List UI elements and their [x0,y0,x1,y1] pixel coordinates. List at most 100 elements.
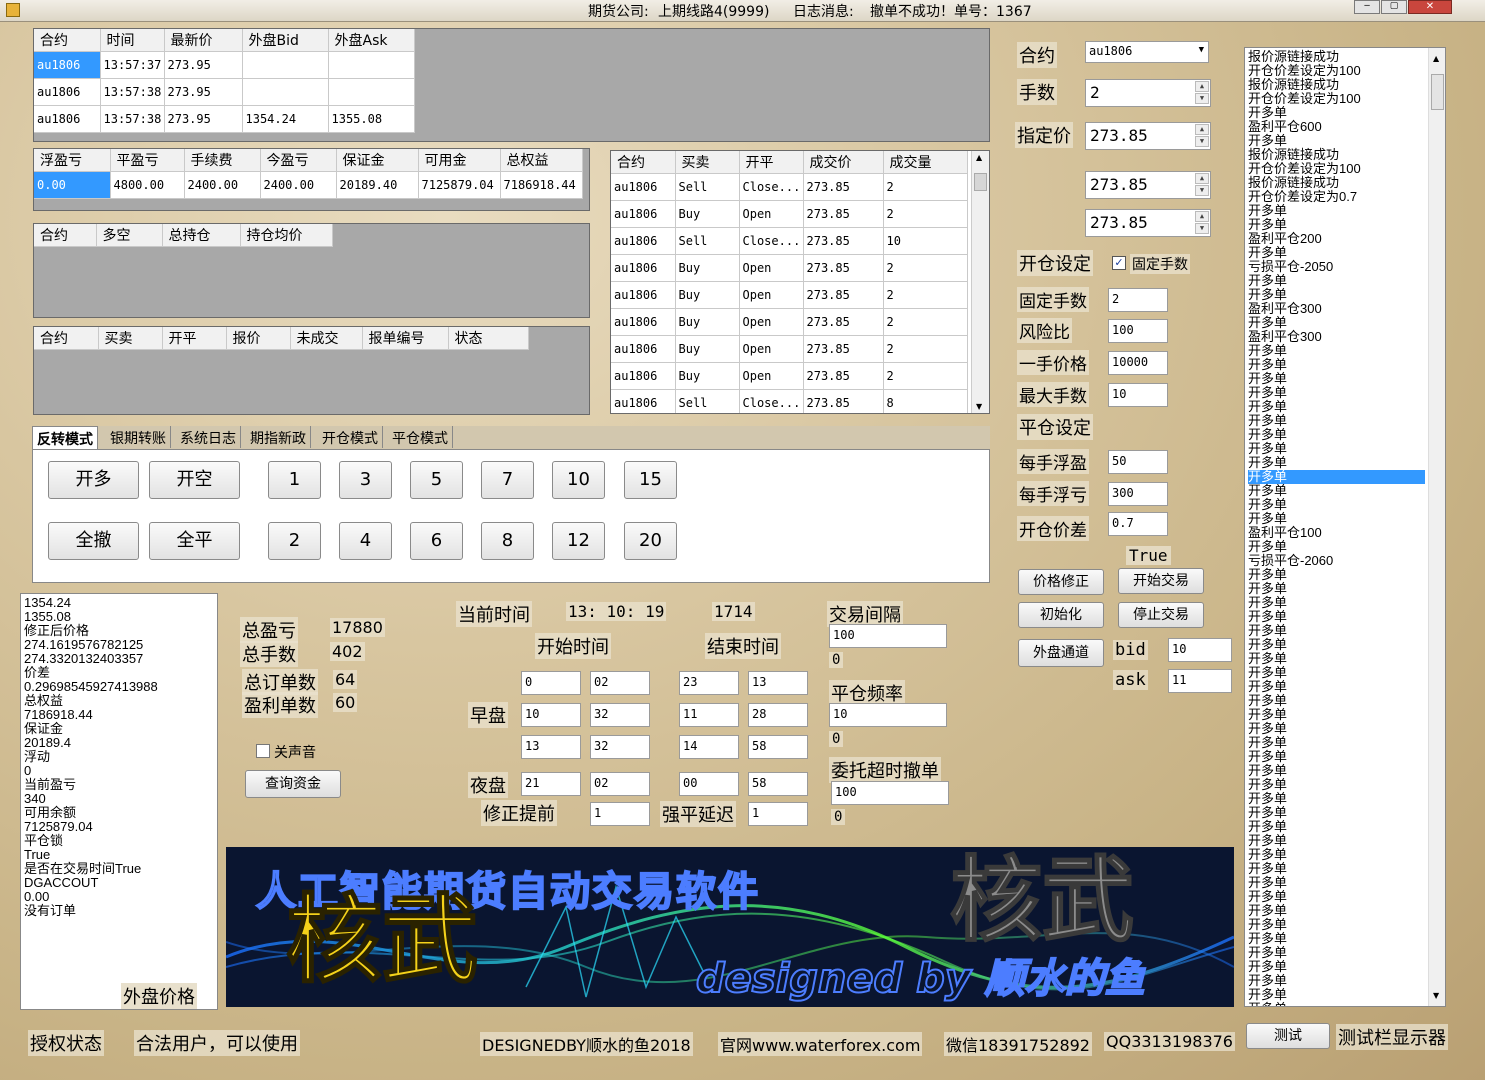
close-button[interactable]: ✕ [1408,0,1452,14]
list-item[interactable]: 开仓价差设定为0.7 [1248,190,1425,204]
col-header[interactable]: 买卖 [675,151,740,174]
one-lot-price-input[interactable]: 10000 [1108,351,1168,375]
morning3-start-hour[interactable]: 13 [521,735,581,759]
open-long-button[interactable]: 开多 [48,461,139,499]
cell[interactable]: 7186918.44 [500,171,583,199]
list-item[interactable]: 开多单 [1248,442,1425,456]
risk-ratio-input[interactable]: 100 [1108,319,1168,343]
col-header[interactable]: 时间 [100,29,165,52]
list-item[interactable]: 开多单 [1248,316,1425,330]
col-header[interactable]: 总持仓 [162,224,241,247]
timeout-cancel-input[interactable]: 100 [831,781,949,805]
contract-dropdown[interactable]: au1806 ▼ [1085,41,1209,63]
list-item[interactable]: 开多单 [1248,876,1425,890]
list-item[interactable]: 开仓价差设定为100 [1248,64,1425,78]
external-channel-button[interactable]: 外盘通道 [1018,639,1104,667]
list-item[interactable]: 开多单 [1248,848,1425,862]
cell[interactable]: au1806 [34,105,101,133]
cell[interactable]: au1806 [611,362,676,390]
morning3-end-min[interactable]: 58 [748,735,808,759]
list-item[interactable]: 开仓价差设定为100 [1248,92,1425,106]
qty-5-button[interactable]: 5 [410,461,463,499]
list-item[interactable]: 开多单 [1248,722,1425,736]
list-item[interactable]: 开多单 [1248,386,1425,400]
cell[interactable]: 2 [883,254,968,282]
cell[interactable]: Close... [739,227,804,255]
list-item[interactable]: 开多单 [1248,778,1425,792]
list-item[interactable]: 开多单 [1248,680,1425,694]
list-item[interactable]: 开多单 [1248,372,1425,386]
list-item[interactable]: 开多单 [1248,1002,1425,1007]
stepper-up-icon[interactable]: ▲ [1195,124,1209,135]
cell[interactable]: 273.85 [803,308,884,336]
qty-3-button[interactable]: 3 [339,461,392,499]
cell[interactable]: 273.95 [164,105,243,133]
morning3-start-min[interactable]: 32 [590,735,650,759]
list-item[interactable]: 开多单 [1248,470,1425,484]
list-item[interactable]: 盈利平仓200 [1248,232,1425,246]
morning2-end-min[interactable]: 28 [748,703,808,727]
cell[interactable]: Open [739,335,804,363]
list-item[interactable]: 报价源链接成功 [1248,176,1425,190]
list-item[interactable]: 开多单 [1248,834,1425,848]
cell[interactable]: Buy [675,308,740,336]
morning1-start-hour[interactable]: 0 [521,671,581,695]
cell[interactable]: au1806 [611,335,676,363]
list-item[interactable]: 开多单 [1248,862,1425,876]
qty-12-button[interactable]: 12 [552,522,605,560]
tab-close-mode[interactable]: 平仓模式 [388,426,453,448]
table-row[interactable]: au1806 Buy Open 273.85 2 [611,335,968,363]
max-lots-input[interactable]: 10 [1108,383,1168,407]
cell[interactable]: 2400.00 [260,171,337,199]
table-row[interactable]: au1806 13:57:37 273.95 [34,51,415,79]
list-item[interactable]: 开多单 [1248,358,1425,372]
per-lot-loss-input[interactable]: 300 [1108,482,1168,506]
list-item[interactable]: 亏损平仓-2050 [1248,260,1425,274]
cell[interactable]: au1806 [611,227,676,255]
cell[interactable]: 273.85 [803,335,884,363]
col-header[interactable]: 手续费 [184,149,261,172]
morning1-end-hour[interactable]: 23 [679,671,739,695]
cell[interactable]: Close... [739,389,804,413]
list-item[interactable]: 开多单 [1248,204,1425,218]
cell[interactable]: Close... [739,173,804,201]
list-item[interactable]: 开多单 [1248,596,1425,610]
col-header[interactable]: 最新价 [164,29,243,52]
scroll-thumb[interactable] [974,173,987,191]
col-header[interactable]: 成交量 [883,151,968,174]
col-header[interactable]: 保证金 [336,149,419,172]
cell[interactable]: 1354.24 [242,105,329,133]
cell[interactable]: 2 [883,200,968,228]
table-row[interactable]: 0.00 4800.00 2400.00 2400.00 20189.40 7125879… [34,171,583,199]
list-item[interactable]: 开多单 [1248,134,1425,148]
fixed-lots-checkbox[interactable]: ✓ [1112,256,1126,270]
open-spread-input[interactable]: 0.7 [1108,512,1168,536]
cell[interactable]: au1806 [34,78,101,106]
cell[interactable]: Sell [675,227,740,255]
cell[interactable]: 273.85 [803,200,884,228]
table-row[interactable]: au1806 Buy Open 273.85 2 [611,308,968,336]
cell[interactable]: 0.00 [34,171,111,199]
log-scrollbar[interactable]: ▲ ▼ [1428,48,1445,1006]
cell[interactable]: au1806 [611,389,676,413]
cell[interactable] [328,78,415,106]
list-item[interactable]: 盈利平仓100 [1248,526,1425,540]
list-item[interactable]: 开多单 [1248,456,1425,470]
scroll-down-icon[interactable]: ▼ [1433,991,1439,1000]
table-row[interactable]: au1806 Buy Open 273.85 2 [611,200,968,228]
list-item[interactable]: 开多单 [1248,414,1425,428]
list-item[interactable]: 亏损平仓-2060 [1248,554,1425,568]
table-row[interactable]: au1806 Sell Close... 273.85 8 [611,389,968,413]
cell[interactable]: 4800.00 [110,171,185,199]
fixed-lots-input[interactable]: 2 [1108,288,1168,312]
cell[interactable]: Open [739,308,804,336]
cell[interactable]: 2400.00 [184,171,261,199]
list-item[interactable]: 开多单 [1248,106,1425,120]
list-item[interactable]: 开多单 [1248,218,1425,232]
col-header[interactable]: 浮盈亏 [34,149,111,172]
cell[interactable]: 13:57:38 [100,78,165,106]
price-stepper[interactable]: 273.85 ▲ ▼ [1085,122,1211,150]
stepper-up-icon[interactable]: ▲ [1195,81,1209,92]
morning2-end-hour[interactable]: 11 [679,703,739,727]
list-item[interactable]: 开多单 [1248,638,1425,652]
